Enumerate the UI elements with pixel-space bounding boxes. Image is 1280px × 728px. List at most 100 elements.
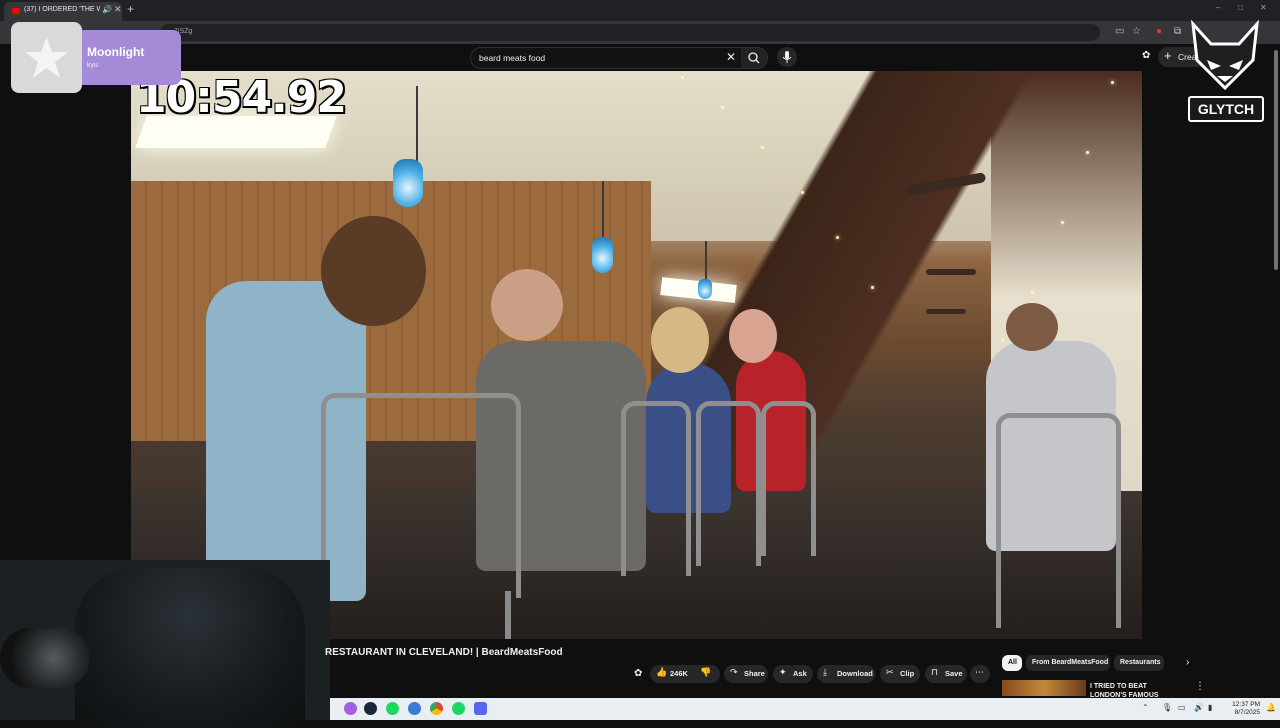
microphone-icon xyxy=(782,51,792,63)
share-button[interactable]: ↷ Share xyxy=(724,665,768,683)
diner-head xyxy=(1006,303,1058,351)
close-tab-icon[interactable]: ✕ xyxy=(114,4,122,15)
search-button[interactable] xyxy=(741,47,768,69)
chair xyxy=(996,413,1121,628)
battery-icon[interactable]: ▮ xyxy=(1208,703,1212,712)
volume-icon[interactable]: 🔊 xyxy=(1194,703,1204,712)
search-query: beard meats food xyxy=(479,53,546,63)
steam-icon[interactable] xyxy=(364,702,377,715)
string-light xyxy=(1086,151,1089,154)
speaker-icon[interactable]: 🔊 xyxy=(102,5,112,14)
browser-tab-strip: (37) I ORDERED 'THE WOLF 🔊 ✕ + – □ ✕ xyxy=(0,0,1280,21)
more-icon: ⋯ xyxy=(975,667,984,677)
string-light xyxy=(1031,291,1034,294)
diner-head xyxy=(491,269,563,341)
page-scrollbar[interactable] xyxy=(1272,44,1280,274)
browser-tab[interactable]: (37) I ORDERED 'THE WOLF 🔊 ✕ xyxy=(4,2,122,21)
clock[interactable]: 12:37 PM 8/7/2025 xyxy=(1220,701,1260,717)
fox-logo-icon xyxy=(1190,19,1260,91)
spotify-icon[interactable] xyxy=(386,702,399,715)
bookmark-star-icon[interactable]: ☆ xyxy=(1132,26,1141,37)
video-title: RESTAURANT IN CLEVELAND! | BeardMeatsFoo… xyxy=(325,647,563,658)
browser-toolbar: 7iSZg ▭ ☆ ● ⧉ xyxy=(0,21,1280,44)
chevron-up-icon[interactable]: ⌃ xyxy=(1142,703,1149,712)
clock-time: 12:37 PM xyxy=(1232,701,1260,708)
pendant-lamp xyxy=(393,159,423,207)
scrollbar-thumb[interactable] xyxy=(1274,50,1278,270)
scissors-icon: ✂ xyxy=(886,667,894,677)
like-dislike-button[interactable]: 👍 246K 👎 xyxy=(650,665,720,683)
video-player[interactable] xyxy=(131,71,1142,639)
recommendation-thumbnail[interactable] xyxy=(1002,680,1086,696)
chip-from-channel[interactable]: From BeardMeatsFood xyxy=(1026,655,1110,671)
download-button[interactable]: ⤓ Download xyxy=(817,665,875,683)
now-playing-card: Moonlight kyu xyxy=(82,30,181,85)
more-vert-icon[interactable]: ⋮ xyxy=(1195,681,1205,692)
youtube-favicon-icon xyxy=(12,8,20,14)
voice-search-button[interactable] xyxy=(777,47,797,67)
app-icon[interactable] xyxy=(344,702,357,715)
address-bar[interactable]: 7iSZg xyxy=(160,24,1100,41)
chip-restaurants[interactable]: Restaurants xyxy=(1114,655,1164,671)
bookmark-icon: ⊓ xyxy=(931,667,939,677)
extension-shield-icon[interactable]: ● xyxy=(1156,26,1162,37)
microphone-icon[interactable]: 🎙 xyxy=(1162,703,1172,712)
pendant-lamp xyxy=(592,237,613,273)
string-light xyxy=(801,191,804,194)
gear-icon[interactable]: ✿ xyxy=(1142,50,1150,61)
star-icon xyxy=(25,37,68,78)
clear-search-icon[interactable]: ✕ xyxy=(726,50,736,64)
chevron-right-icon[interactable]: › xyxy=(1186,657,1189,668)
save-button[interactable]: ⊓ Save xyxy=(925,665,967,683)
edge-icon[interactable] xyxy=(408,702,421,715)
share-icon: ↷ xyxy=(730,667,738,677)
clip-label: Clip xyxy=(900,669,915,678)
clock-date: 8/7/2025 xyxy=(1234,709,1260,716)
like-count: 246K xyxy=(670,669,688,678)
discord-icon[interactable] xyxy=(474,702,487,715)
minimize-icon[interactable]: – xyxy=(1216,3,1220,12)
microphone xyxy=(0,628,90,688)
chip-label: Restaurants xyxy=(1120,659,1161,666)
chrome-icon[interactable] xyxy=(430,702,443,715)
download-label: Download xyxy=(837,669,873,678)
webcam-feed xyxy=(0,560,330,728)
stool-leg xyxy=(505,591,511,639)
song-title: Moonlight xyxy=(87,45,145,59)
gear-icon[interactable]: ✿ xyxy=(634,668,642,679)
lamp-cord xyxy=(602,181,604,241)
lamp-cord xyxy=(416,86,418,161)
spotify-icon[interactable] xyxy=(452,702,465,715)
notification-icon[interactable]: 🔔 xyxy=(1266,703,1276,712)
string-light xyxy=(1111,81,1114,84)
download-icon: ⤓ xyxy=(823,667,827,677)
ceiling-fan xyxy=(926,269,976,275)
lamp-cord xyxy=(705,241,707,283)
network-icon[interactable]: ▭ xyxy=(1178,703,1186,712)
plus-icon: + xyxy=(1164,48,1172,63)
sparkle-icon: ✦ xyxy=(779,667,787,677)
diner-head xyxy=(321,216,426,326)
extensions-puzzle-icon[interactable]: ⧉ xyxy=(1174,26,1181,37)
thumbs-up-icon[interactable]: 👍 xyxy=(656,667,667,678)
string-light xyxy=(681,76,684,79)
string-light xyxy=(1001,339,1004,342)
search-icon xyxy=(748,52,760,64)
more-actions-button[interactable]: ⋯ xyxy=(970,665,990,683)
chip-label: From BeardMeatsFood xyxy=(1032,659,1109,666)
new-tab-button[interactable]: + xyxy=(127,2,134,16)
close-window-icon[interactable]: ✕ xyxy=(1260,3,1267,12)
brand-name: GLYTCH xyxy=(1188,96,1264,122)
youtube-masthead: beard meats food ✕ ✿ + Create xyxy=(0,44,1280,70)
maximize-icon[interactable]: □ xyxy=(1238,3,1243,12)
pendant-lamp xyxy=(698,279,712,299)
clip-button[interactable]: ✂ Clip xyxy=(880,665,920,683)
taskbar: ⌃ 🎙 ▭ 🔊 ▮ 12:37 PM 8/7/2025 🔔 xyxy=(330,698,1280,720)
chip-all[interactable]: All xyxy=(1002,655,1022,671)
chip-label: All xyxy=(1008,659,1017,666)
cast-icon[interactable]: ▭ xyxy=(1115,26,1124,37)
thumbs-down-icon[interactable]: 👎 xyxy=(700,667,711,678)
save-label: Save xyxy=(945,669,963,678)
search-input[interactable]: beard meats food ✕ xyxy=(470,47,742,69)
ask-button[interactable]: ✦ Ask xyxy=(773,665,813,683)
